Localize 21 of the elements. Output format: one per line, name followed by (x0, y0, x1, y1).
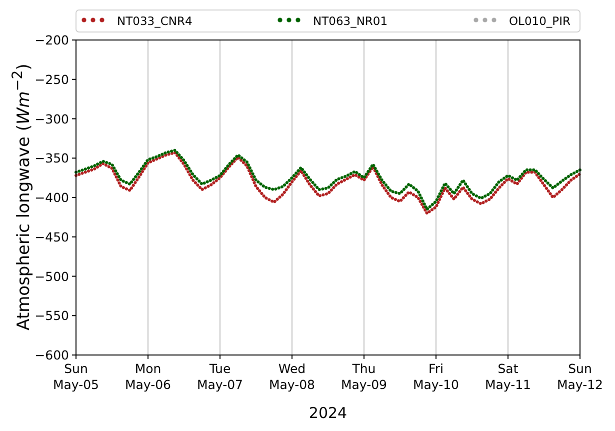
tick-label: Wed May-08 (268, 361, 316, 392)
tick-label: −600 (34, 348, 69, 362)
legend-label: OL010_PIR (509, 14, 570, 28)
tick-label: −400 (34, 190, 69, 205)
tick-label: Sun May-12 (556, 361, 604, 392)
tick-label: Sun May-05 (52, 361, 100, 392)
tick-label: −250 (34, 72, 69, 87)
axis-label: 2024 (308, 404, 348, 422)
tick-label: Thu May-09 (340, 361, 388, 392)
tick-label: Fri May-10 (412, 361, 460, 392)
legend-label: NT063_NR01 (313, 14, 388, 28)
tick-label: −350 (34, 150, 69, 166)
tick-label: −300 (34, 111, 69, 126)
legend-label: NT033_CNR4 (117, 14, 192, 28)
tick-label: −500 (34, 268, 69, 284)
tick-label: −450 (34, 229, 69, 244)
tick-label: −200 (34, 32, 69, 48)
tick-label: −550 (34, 308, 69, 324)
tick-label: Sat May-11 (484, 361, 532, 392)
tick-label: Mon May-06 (124, 361, 172, 392)
tick-label: Tue May-07 (196, 361, 244, 392)
